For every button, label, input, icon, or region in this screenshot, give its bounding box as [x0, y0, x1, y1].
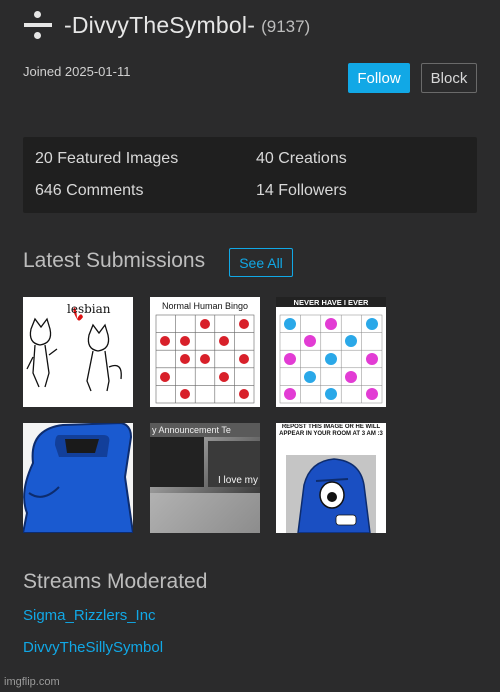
stream-link-divvythesillysymbol[interactable]: DivvyTheSillySymbol: [23, 639, 163, 656]
see-all-button[interactable]: See All: [229, 248, 293, 277]
submission-thumbnail[interactable]: [23, 423, 133, 533]
blue-creature-image: [23, 423, 133, 533]
followers-count[interactable]: 14 Followers: [256, 182, 347, 200]
submission-thumbnail[interactable]: REPOST THIS IMAGE OR HE WILL APPEAR IN Y…: [276, 423, 386, 533]
stream-link-sigma-rizzlers-inc[interactable]: Sigma_Rizzlers_Inc: [23, 607, 156, 624]
announcement-caption: y Announcement Te: [152, 425, 231, 435]
comments-count[interactable]: 646 Comments: [35, 182, 144, 200]
featured-images-count[interactable]: 20 Featured Images: [35, 150, 178, 168]
announcement-text: I love my hubby sm: [218, 475, 260, 486]
joined-date: Joined 2025-01-11: [23, 64, 131, 79]
repost-caption: REPOST THIS IMAGE OR HE WILL APPEAR IN Y…: [279, 424, 383, 437]
sketch-caption: lesbian: [67, 302, 111, 316]
bingo-title: Normal Human Bingo: [162, 301, 248, 311]
submission-thumbnail[interactable]: lesbian: [23, 297, 133, 407]
repost-image: REPOST THIS IMAGE OR HE WILL APPEAR IN Y…: [276, 423, 386, 533]
never-have-i-ever-image: NEVER HAVE I EVER: [276, 297, 386, 407]
bingo-card-image: Normal Human Bingo: [150, 297, 260, 407]
points-count: (9137): [261, 16, 311, 36]
divide-icon: [22, 10, 54, 40]
streams-moderated-title: Streams Moderated: [23, 570, 208, 593]
stats-panel: 20 Featured Images 40 Creations 646 Comm…: [23, 137, 477, 213]
latest-submissions-title: Latest Submissions: [23, 249, 206, 272]
imgflip-watermark: imgflip.com: [4, 676, 60, 688]
creations-count[interactable]: 40 Creations: [256, 150, 347, 168]
never-title: NEVER HAVE I EVER: [294, 298, 369, 307]
follow-button[interactable]: Follow: [348, 63, 410, 93]
submission-thumbnail[interactable]: y Announcement Te I love my hubby sm: [150, 423, 260, 533]
username: -DivvyTheSymbol-: [64, 11, 256, 38]
cat-sketch-image: lesbian: [26, 302, 122, 392]
announcement-image: y Announcement Te I love my hubby sm: [150, 423, 260, 533]
submission-thumbnail[interactable]: Normal Human Bingo: [150, 297, 260, 407]
submission-thumbnail[interactable]: NEVER HAVE I EVER: [276, 297, 386, 407]
profile-header: -DivvyTheSymbol- (9137): [22, 10, 310, 40]
block-button[interactable]: Block: [421, 63, 477, 93]
